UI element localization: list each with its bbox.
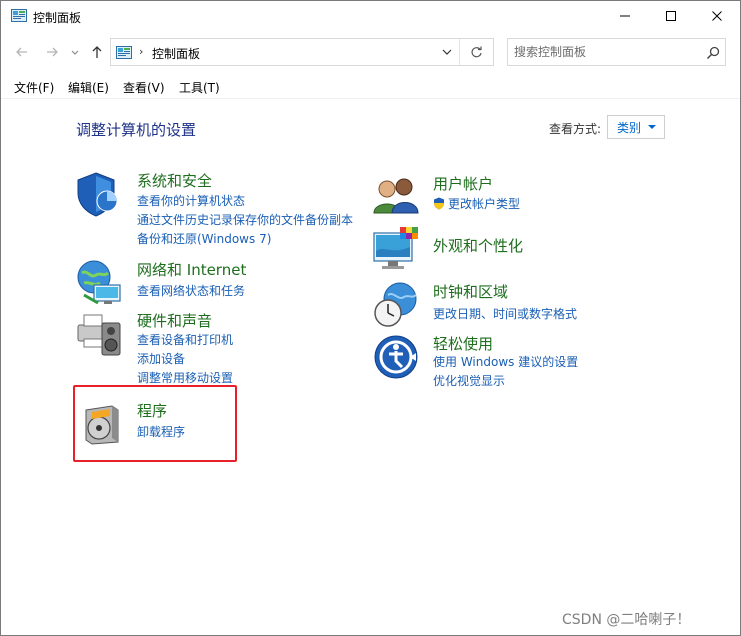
category-user-accounts: 用户帐户 更改帐户类型 (372, 173, 672, 221)
arrow-up-icon (92, 46, 102, 58)
search-icon[interactable] (705, 45, 721, 61)
arrow-left-icon (16, 47, 27, 57)
close-button[interactable] (694, 1, 740, 31)
link-backup-restore[interactable]: 备份和还原(Windows 7) (137, 230, 271, 247)
link-mobility-settings[interactable]: 调整常用移动设置 (137, 369, 233, 386)
control-panel-icon (11, 9, 27, 22)
breadcrumb-separator[interactable]: › (139, 45, 143, 58)
ease-of-access-icon[interactable] (372, 333, 420, 381)
menu-view[interactable]: 查看(V) (123, 79, 165, 96)
breadcrumb-control-panel[interactable]: 控制面板 (152, 45, 200, 62)
category-title-network-internet[interactable]: 网络和 Internet (137, 259, 246, 280)
search-input[interactable] (514, 44, 694, 60)
title-bar[interactable]: 控制面板 (1, 1, 740, 31)
refresh-button[interactable] (459, 39, 493, 65)
page-title: 调整计算机的设置 (76, 121, 197, 139)
minimize-icon (620, 15, 630, 17)
link-change-date-time-format[interactable]: 更改日期、时间或数字格式 (433, 305, 577, 322)
chevron-down-icon (71, 50, 79, 55)
category-title-clock-region[interactable]: 时钟和区域 (433, 281, 508, 302)
users-icon[interactable] (372, 173, 420, 221)
search-box[interactable] (507, 38, 726, 66)
watermark: CSDN @二哈喇子！ (562, 612, 691, 628)
menu-edit[interactable]: 编辑(E) (68, 79, 109, 96)
divider (1, 98, 740, 99)
highlight-box (73, 385, 237, 462)
uac-shield-icon (434, 197, 444, 210)
category-title-hardware-sound[interactable]: 硬件和声音 (137, 310, 212, 331)
link-optimize-visual-display[interactable]: 优化视觉显示 (433, 372, 505, 389)
forward-button[interactable] (41, 41, 63, 63)
link-change-account-type[interactable]: 更改帐户类型 (448, 195, 520, 212)
category-title-system-security[interactable]: 系统和安全 (137, 170, 212, 191)
link-file-history-backup[interactable]: 通过文件历史记录保存你的文件备份副本 (137, 211, 353, 228)
monitor-palette-icon[interactable] (372, 225, 420, 273)
control-panel-icon (116, 46, 132, 59)
category-hardware-sound: 硬件和声音 查看设备和打印机 添加设备 调整常用移动设置 (76, 309, 376, 385)
view-by-dropdown[interactable]: 类别 (607, 115, 665, 139)
category-clock-region: 时钟和区域 更改日期、时间或数字格式 (372, 281, 672, 329)
printer-speaker-icon[interactable] (76, 309, 124, 357)
minimize-button[interactable] (602, 1, 648, 31)
address-bar[interactable]: › 控制面板 (110, 38, 494, 66)
navigation-bar: › 控制面板 (1, 37, 740, 67)
caret-down-icon (648, 125, 656, 129)
link-add-device[interactable]: 添加设备 (137, 350, 185, 367)
menu-tools[interactable]: 工具(T) (179, 79, 220, 96)
link-network-status[interactable]: 查看网络状态和任务 (137, 282, 245, 299)
clock-globe-icon[interactable] (372, 281, 420, 329)
category-appearance-personalization: 外观和个性化 (372, 225, 672, 273)
address-dropdown-button[interactable] (436, 39, 458, 65)
refresh-icon (471, 46, 482, 57)
category-system-security: 系统和安全 查看你的计算机状态 通过文件历史记录保存你的文件备份副本 备份和还原… (76, 171, 376, 247)
category-network-internet: 网络和 Internet 查看网络状态和任务 (76, 259, 376, 307)
change-account-type-row[interactable]: 更改帐户类型 (433, 195, 520, 212)
maximize-icon (666, 11, 676, 21)
category-title-appearance-personalization[interactable]: 外观和个性化 (433, 235, 523, 256)
chevron-down-icon (442, 49, 452, 55)
link-view-computer-status[interactable]: 查看你的计算机状态 (137, 192, 245, 209)
category-title-user-accounts[interactable]: 用户帐户 (433, 173, 493, 194)
category-title-ease-of-access[interactable]: 轻松使用 (433, 333, 493, 354)
close-icon (712, 11, 722, 21)
shield-icon[interactable] (76, 171, 124, 219)
network-globe-icon[interactable] (76, 259, 124, 307)
category-ease-of-access: 轻松使用 使用 Windows 建议的设置 优化视觉显示 (372, 333, 672, 391)
recent-locations-button[interactable] (64, 41, 86, 63)
up-button[interactable] (86, 41, 108, 63)
maximize-button[interactable] (648, 1, 694, 31)
back-button[interactable] (11, 41, 33, 63)
view-by-label: 查看方式: (549, 122, 602, 136)
arrow-right-icon (47, 47, 58, 57)
menu-file[interactable]: 文件(F) (14, 79, 54, 96)
view-by-value: 类别 (617, 120, 642, 135)
link-windows-recommended-settings[interactable]: 使用 Windows 建议的设置 (433, 353, 578, 370)
link-devices-printers[interactable]: 查看设备和打印机 (137, 331, 233, 348)
window-title: 控制面板 (33, 11, 82, 25)
menu-bar: 文件(F) 编辑(E) 查看(V) 工具(T) (1, 77, 740, 97)
control-panel-window: 控制面板 › 控制面板 搜索控制面板 文件(F) 编辑(E) 查看(V) 工具(… (0, 0, 741, 636)
